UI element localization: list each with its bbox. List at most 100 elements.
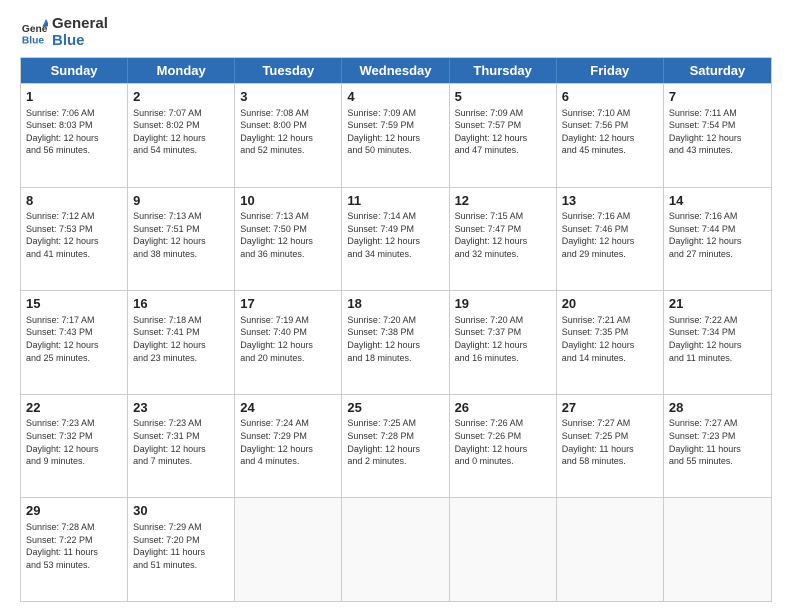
calendar-day-26: 26Sunrise: 7:26 AM Sunset: 7:26 PM Dayli… bbox=[450, 395, 557, 498]
day-number: 16 bbox=[133, 295, 229, 313]
calendar-day-6: 6Sunrise: 7:10 AM Sunset: 7:56 PM Daylig… bbox=[557, 84, 664, 187]
logo-icon: General Blue bbox=[20, 19, 48, 47]
day-number: 26 bbox=[455, 399, 551, 417]
day-number: 21 bbox=[669, 295, 766, 313]
day-info: Sunrise: 7:21 AM Sunset: 7:35 PM Dayligh… bbox=[562, 314, 658, 364]
calendar-day-21: 21Sunrise: 7:22 AM Sunset: 7:34 PM Dayli… bbox=[664, 291, 771, 394]
calendar-week-5: 29Sunrise: 7:28 AM Sunset: 7:22 PM Dayli… bbox=[21, 497, 771, 601]
day-number: 25 bbox=[347, 399, 443, 417]
day-number: 4 bbox=[347, 88, 443, 106]
day-info: Sunrise: 7:07 AM Sunset: 8:02 PM Dayligh… bbox=[133, 107, 229, 157]
calendar-day-20: 20Sunrise: 7:21 AM Sunset: 7:35 PM Dayli… bbox=[557, 291, 664, 394]
day-number: 11 bbox=[347, 192, 443, 210]
day-number: 22 bbox=[26, 399, 122, 417]
day-info: Sunrise: 7:09 AM Sunset: 7:59 PM Dayligh… bbox=[347, 107, 443, 157]
calendar-day-27: 27Sunrise: 7:27 AM Sunset: 7:25 PM Dayli… bbox=[557, 395, 664, 498]
logo-text-line2: Blue bbox=[52, 33, 108, 50]
calendar-day-empty bbox=[450, 498, 557, 601]
day-info: Sunrise: 7:16 AM Sunset: 7:46 PM Dayligh… bbox=[562, 210, 658, 260]
day-info: Sunrise: 7:19 AM Sunset: 7:40 PM Dayligh… bbox=[240, 314, 336, 364]
day-number: 30 bbox=[133, 502, 229, 520]
calendar-day-16: 16Sunrise: 7:18 AM Sunset: 7:41 PM Dayli… bbox=[128, 291, 235, 394]
day-info: Sunrise: 7:11 AM Sunset: 7:54 PM Dayligh… bbox=[669, 107, 766, 157]
day-number: 14 bbox=[669, 192, 766, 210]
day-info: Sunrise: 7:26 AM Sunset: 7:26 PM Dayligh… bbox=[455, 417, 551, 467]
calendar-day-5: 5Sunrise: 7:09 AM Sunset: 7:57 PM Daylig… bbox=[450, 84, 557, 187]
calendar-day-12: 12Sunrise: 7:15 AM Sunset: 7:47 PM Dayli… bbox=[450, 188, 557, 291]
day-info: Sunrise: 7:29 AM Sunset: 7:20 PM Dayligh… bbox=[133, 521, 229, 571]
day-header-tuesday: Tuesday bbox=[235, 58, 342, 83]
day-info: Sunrise: 7:17 AM Sunset: 7:43 PM Dayligh… bbox=[26, 314, 122, 364]
calendar-day-10: 10Sunrise: 7:13 AM Sunset: 7:50 PM Dayli… bbox=[235, 188, 342, 291]
calendar-day-19: 19Sunrise: 7:20 AM Sunset: 7:37 PM Dayli… bbox=[450, 291, 557, 394]
day-info: Sunrise: 7:20 AM Sunset: 7:38 PM Dayligh… bbox=[347, 314, 443, 364]
calendar-day-14: 14Sunrise: 7:16 AM Sunset: 7:44 PM Dayli… bbox=[664, 188, 771, 291]
calendar-week-1: 1Sunrise: 7:06 AM Sunset: 8:03 PM Daylig… bbox=[21, 83, 771, 187]
day-info: Sunrise: 7:12 AM Sunset: 7:53 PM Dayligh… bbox=[26, 210, 122, 260]
svg-text:Blue: Blue bbox=[22, 35, 45, 46]
day-info: Sunrise: 7:22 AM Sunset: 7:34 PM Dayligh… bbox=[669, 314, 766, 364]
day-number: 1 bbox=[26, 88, 122, 106]
day-header-friday: Friday bbox=[557, 58, 664, 83]
calendar-day-11: 11Sunrise: 7:14 AM Sunset: 7:49 PM Dayli… bbox=[342, 188, 449, 291]
day-number: 17 bbox=[240, 295, 336, 313]
calendar-body: 1Sunrise: 7:06 AM Sunset: 8:03 PM Daylig… bbox=[21, 83, 771, 601]
day-number: 29 bbox=[26, 502, 122, 520]
day-info: Sunrise: 7:15 AM Sunset: 7:47 PM Dayligh… bbox=[455, 210, 551, 260]
day-info: Sunrise: 7:10 AM Sunset: 7:56 PM Dayligh… bbox=[562, 107, 658, 157]
day-number: 2 bbox=[133, 88, 229, 106]
day-header-thursday: Thursday bbox=[450, 58, 557, 83]
day-number: 9 bbox=[133, 192, 229, 210]
day-number: 27 bbox=[562, 399, 658, 417]
day-number: 20 bbox=[562, 295, 658, 313]
day-number: 23 bbox=[133, 399, 229, 417]
day-info: Sunrise: 7:14 AM Sunset: 7:49 PM Dayligh… bbox=[347, 210, 443, 260]
day-info: Sunrise: 7:09 AM Sunset: 7:57 PM Dayligh… bbox=[455, 107, 551, 157]
day-number: 5 bbox=[455, 88, 551, 106]
day-info: Sunrise: 7:24 AM Sunset: 7:29 PM Dayligh… bbox=[240, 417, 336, 467]
day-info: Sunrise: 7:13 AM Sunset: 7:50 PM Dayligh… bbox=[240, 210, 336, 260]
logo-text-line1: General bbox=[52, 16, 108, 33]
calendar-day-15: 15Sunrise: 7:17 AM Sunset: 7:43 PM Dayli… bbox=[21, 291, 128, 394]
logo: General Blue General Blue bbox=[20, 16, 108, 49]
day-number: 19 bbox=[455, 295, 551, 313]
calendar-day-18: 18Sunrise: 7:20 AM Sunset: 7:38 PM Dayli… bbox=[342, 291, 449, 394]
calendar-day-2: 2Sunrise: 7:07 AM Sunset: 8:02 PM Daylig… bbox=[128, 84, 235, 187]
day-header-monday: Monday bbox=[128, 58, 235, 83]
day-number: 3 bbox=[240, 88, 336, 106]
day-info: Sunrise: 7:16 AM Sunset: 7:44 PM Dayligh… bbox=[669, 210, 766, 260]
day-number: 10 bbox=[240, 192, 336, 210]
calendar-day-17: 17Sunrise: 7:19 AM Sunset: 7:40 PM Dayli… bbox=[235, 291, 342, 394]
calendar-week-2: 8Sunrise: 7:12 AM Sunset: 7:53 PM Daylig… bbox=[21, 187, 771, 291]
calendar-day-28: 28Sunrise: 7:27 AM Sunset: 7:23 PM Dayli… bbox=[664, 395, 771, 498]
calendar-day-3: 3Sunrise: 7:08 AM Sunset: 8:00 PM Daylig… bbox=[235, 84, 342, 187]
day-header-wednesday: Wednesday bbox=[342, 58, 449, 83]
day-header-saturday: Saturday bbox=[664, 58, 771, 83]
calendar-day-empty bbox=[557, 498, 664, 601]
day-number: 7 bbox=[669, 88, 766, 106]
calendar-day-13: 13Sunrise: 7:16 AM Sunset: 7:46 PM Dayli… bbox=[557, 188, 664, 291]
calendar-day-29: 29Sunrise: 7:28 AM Sunset: 7:22 PM Dayli… bbox=[21, 498, 128, 601]
calendar-day-4: 4Sunrise: 7:09 AM Sunset: 7:59 PM Daylig… bbox=[342, 84, 449, 187]
day-info: Sunrise: 7:27 AM Sunset: 7:25 PM Dayligh… bbox=[562, 417, 658, 467]
day-number: 12 bbox=[455, 192, 551, 210]
calendar-day-30: 30Sunrise: 7:29 AM Sunset: 7:20 PM Dayli… bbox=[128, 498, 235, 601]
calendar-day-25: 25Sunrise: 7:25 AM Sunset: 7:28 PM Dayli… bbox=[342, 395, 449, 498]
day-number: 18 bbox=[347, 295, 443, 313]
calendar-day-empty bbox=[342, 498, 449, 601]
page-header: General Blue General Blue bbox=[20, 16, 772, 49]
day-info: Sunrise: 7:28 AM Sunset: 7:22 PM Dayligh… bbox=[26, 521, 122, 571]
day-info: Sunrise: 7:18 AM Sunset: 7:41 PM Dayligh… bbox=[133, 314, 229, 364]
calendar-day-23: 23Sunrise: 7:23 AM Sunset: 7:31 PM Dayli… bbox=[128, 395, 235, 498]
calendar-day-22: 22Sunrise: 7:23 AM Sunset: 7:32 PM Dayli… bbox=[21, 395, 128, 498]
day-number: 6 bbox=[562, 88, 658, 106]
day-info: Sunrise: 7:27 AM Sunset: 7:23 PM Dayligh… bbox=[669, 417, 766, 467]
day-number: 15 bbox=[26, 295, 122, 313]
calendar-day-empty bbox=[235, 498, 342, 601]
calendar: SundayMondayTuesdayWednesdayThursdayFrid… bbox=[20, 57, 772, 602]
calendar-day-24: 24Sunrise: 7:24 AM Sunset: 7:29 PM Dayli… bbox=[235, 395, 342, 498]
day-info: Sunrise: 7:08 AM Sunset: 8:00 PM Dayligh… bbox=[240, 107, 336, 157]
calendar-header: SundayMondayTuesdayWednesdayThursdayFrid… bbox=[21, 58, 771, 83]
calendar-day-7: 7Sunrise: 7:11 AM Sunset: 7:54 PM Daylig… bbox=[664, 84, 771, 187]
calendar-day-1: 1Sunrise: 7:06 AM Sunset: 8:03 PM Daylig… bbox=[21, 84, 128, 187]
